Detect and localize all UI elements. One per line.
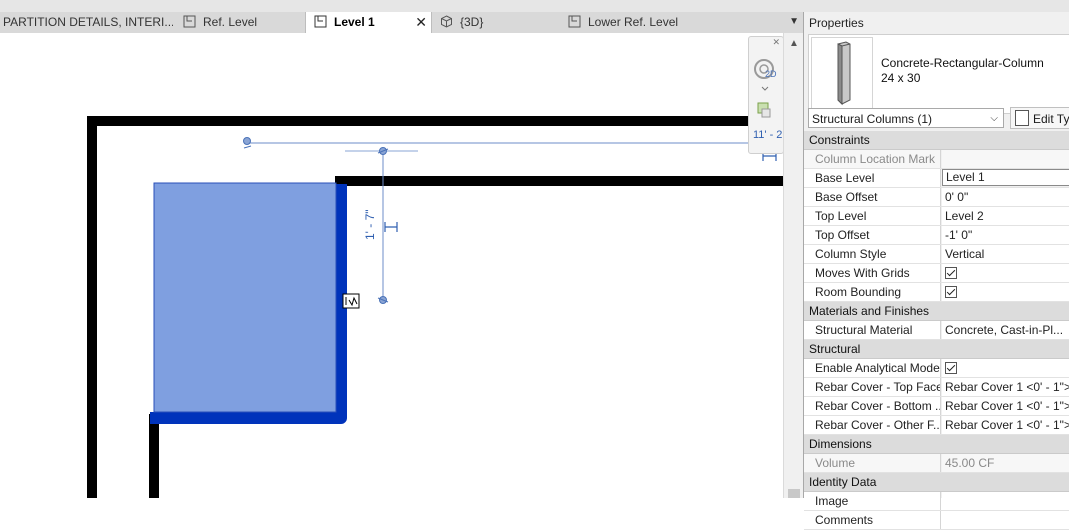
floor-plan-icon <box>314 15 327 28</box>
tab-label: Level 1 <box>334 15 375 29</box>
group-structural[interactable]: Structural <box>804 340 1069 359</box>
dimension-text[interactable]: 1' - 7" <box>363 209 377 240</box>
prop-row[interactable]: Column Location Mark <box>804 150 1069 169</box>
tab-ref-level[interactable]: Ref. Level <box>183 12 303 33</box>
reference-handle[interactable] <box>243 137 251 145</box>
properties-title: Properties <box>809 16 864 30</box>
room-bounding-checkbox[interactable] <box>945 286 957 298</box>
properties-panel: Properties Concrete-Rectangular-Column 2… <box>803 12 1069 530</box>
type-name: Concrete-Rectangular-Column 24 x 30 <box>881 56 1044 85</box>
tab-level-1[interactable]: Level 1 ✕ <box>305 12 432 33</box>
selected-column[interactable] <box>153 182 337 413</box>
prop-row[interactable]: Rebar Cover - Other F... Rebar Cover 1 <0… <box>804 416 1069 435</box>
prop-row[interactable]: Structural Material Concrete, Cast-in-Pl.… <box>804 321 1069 340</box>
type-preview-image <box>811 37 873 109</box>
base-level-field[interactable]: Level 1 <box>942 169 1069 186</box>
prop-row[interactable]: Rebar Cover - Top Face Rebar Cover 1 <0' … <box>804 378 1069 397</box>
navigation-bar: ✕ 2D 11' - 2 <box>748 36 784 154</box>
floor-plan-icon <box>183 15 196 28</box>
prop-row[interactable]: Base Level Level 1 <box>804 169 1069 188</box>
chevron-down-icon: ⌵ <box>990 113 998 124</box>
properties-grid: Constraints Column Location Mark Base Le… <box>804 131 1069 530</box>
tab-3d[interactable]: {3D} <box>440 12 550 33</box>
prop-row[interactable]: Top Offset -1' 0" <box>804 226 1069 245</box>
plan-drawing: 1' - 7" <box>87 116 783 498</box>
prop-row[interactable]: Rebar Cover - Bottom ... Rebar Cover 1 <0… <box>804 397 1069 416</box>
close-icon[interactable]: ✕ <box>415 12 427 33</box>
prop-row[interactable]: Room Bounding <box>804 283 1069 302</box>
floor-plan-icon <box>568 15 581 28</box>
dimension-lock-icon[interactable] <box>384 222 398 232</box>
scroll-up-icon[interactable]: ▲ <box>789 38 799 49</box>
tab-label: {3D} <box>460 15 484 29</box>
column-preview-icon <box>837 41 851 106</box>
zoom-region-icon[interactable] <box>756 101 774 121</box>
tab-label: Ref. Level <box>203 15 258 29</box>
type-selector[interactable]: Concrete-Rectangular-Column 24 x 30 <box>808 34 1069 114</box>
prop-row[interactable]: Volume 45.00 CF <box>804 454 1069 473</box>
edit-type-button[interactable]: Edit Ty <box>1010 107 1069 129</box>
category-dropdown[interactable]: Structural Columns (1) ⌵ <box>808 108 1004 128</box>
prop-row[interactable]: Moves With Grids <box>804 264 1069 283</box>
3d-view-icon <box>441 15 452 28</box>
view-tab-bar: PARTITION DETAILS, INTERI... Ref. Level … <box>0 12 803 34</box>
tab-partition-details[interactable]: PARTITION DETAILS, INTERI... <box>3 12 173 33</box>
nav-dimension-text: 11' - 2 <box>753 129 783 141</box>
edit-type-icon <box>1015 110 1029 126</box>
group-materials[interactable]: Materials and Finishes <box>804 302 1069 321</box>
enable-analytical-model-checkbox[interactable] <box>945 362 957 374</box>
prop-row[interactable]: Base Offset 0' 0" <box>804 188 1069 207</box>
inner-wall-top <box>335 176 783 186</box>
moves-with-grids-checkbox[interactable] <box>945 267 957 279</box>
nav-2d-label: 2D <box>765 69 777 79</box>
top-strip <box>0 0 1069 12</box>
tab-label: Lower Ref. Level <box>588 15 679 29</box>
group-constraints[interactable]: Constraints <box>804 131 1069 150</box>
tab-menu-icon[interactable]: ▼ <box>789 16 799 27</box>
scroll-thumb[interactable] <box>788 489 800 498</box>
tab-lower-ref-level[interactable]: Lower Ref. Level <box>568 12 718 33</box>
group-dimensions[interactable]: Dimensions <box>804 435 1069 454</box>
prop-row[interactable]: Top Level Level 2 <box>804 207 1069 226</box>
tab-label: PARTITION DETAILS, INTERI... <box>3 15 173 29</box>
group-identity-data[interactable]: Identity Data <box>804 473 1069 492</box>
close-icon[interactable]: ✕ <box>772 37 780 48</box>
prop-row[interactable]: Comments <box>804 511 1069 530</box>
prop-row[interactable]: Column Style Vertical <box>804 245 1069 264</box>
cursor-select-icon <box>342 293 360 309</box>
drawing-canvas[interactable]: 1' - 7" <box>0 33 783 498</box>
canvas-scrollbar[interactable]: ▲ <box>783 33 804 498</box>
prop-row[interactable]: Enable Analytical Model <box>804 359 1069 378</box>
prop-row[interactable]: Image <box>804 492 1069 511</box>
